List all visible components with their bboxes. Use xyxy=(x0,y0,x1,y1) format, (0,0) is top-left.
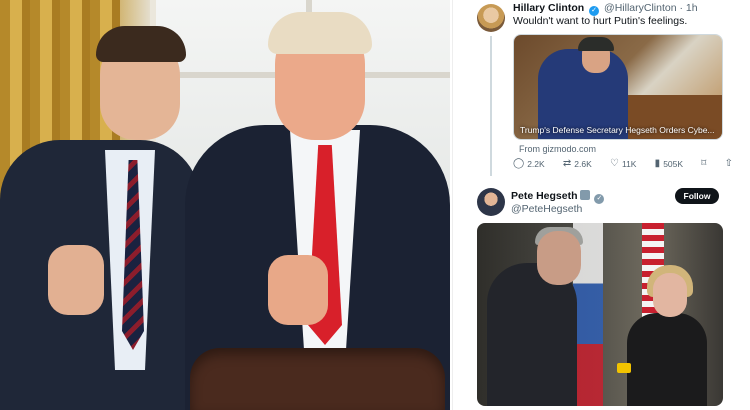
follow-button[interactable]: Follow xyxy=(675,188,719,204)
reply-icon: ◯ xyxy=(513,158,525,169)
views-icon: ▮ xyxy=(654,158,661,169)
tweet-time[interactable]: · 1h xyxy=(679,2,697,14)
card-source[interactable]: From gizmodo.com xyxy=(519,144,596,154)
card-title: Trump's Defense Secretary Hegseth Orders… xyxy=(520,125,715,135)
tweet-feed: Hillary Clinton @HillaryClinton · 1h Wou… xyxy=(452,0,750,410)
repost-icon: ⇄ xyxy=(562,158,572,169)
author-handle[interactable]: @HillaryClinton xyxy=(604,2,677,14)
bookmark-button[interactable]: ⌑ xyxy=(701,159,706,169)
left-photo xyxy=(0,0,450,410)
thumbs-up-left xyxy=(48,245,104,315)
reset-button-prop xyxy=(617,363,631,373)
reply-count: 2.2K xyxy=(527,159,545,169)
leather-chair xyxy=(190,348,445,410)
repost-count: 2.6K xyxy=(574,159,592,169)
tweet1-actions: ◯ 2.2K ⇄ 2.6K ♡ 11K ▮ 505K ⌑ ⇧ xyxy=(513,158,733,170)
views-count: 505K xyxy=(663,159,684,169)
thread-line xyxy=(490,36,492,176)
like-icon: ♡ xyxy=(610,158,619,169)
like-count: 11K xyxy=(621,159,637,169)
author-handle[interactable]: @PeteHegseth xyxy=(511,203,582,215)
bookmark-icon: ⌑ xyxy=(701,158,707,169)
gov-badge-icon xyxy=(580,190,591,200)
tweet1-header: Hillary Clinton @HillaryClinton · 1h xyxy=(513,2,698,16)
tweet2-photo[interactable] xyxy=(477,223,723,406)
reply-button[interactable]: ◯ 2.2K xyxy=(513,158,545,170)
avatar-pete[interactable] xyxy=(477,188,505,216)
link-card[interactable]: Trump's Defense Secretary Hegseth Orders… xyxy=(513,34,723,140)
author-name[interactable]: Pete Hegseth xyxy=(511,190,578,202)
views-button[interactable]: ▮ 505K xyxy=(654,158,684,170)
author-name[interactable]: Hillary Clinton xyxy=(513,2,584,14)
verified-badge-icon xyxy=(594,194,605,204)
tweet2-header: Pete Hegseth xyxy=(511,190,606,204)
woman-in-black xyxy=(627,313,707,406)
like-button[interactable]: ♡ 11K xyxy=(610,158,637,170)
share-button[interactable]: ⇧ xyxy=(725,159,733,169)
thumbs-up-right xyxy=(268,255,328,325)
avatar-hillary[interactable] xyxy=(477,4,505,32)
share-icon: ⇧ xyxy=(724,158,733,169)
repost-button[interactable]: ⇄ 2.6K xyxy=(562,158,592,170)
tweet1-text: Wouldn't want to hurt Putin's feelings. xyxy=(513,15,688,27)
